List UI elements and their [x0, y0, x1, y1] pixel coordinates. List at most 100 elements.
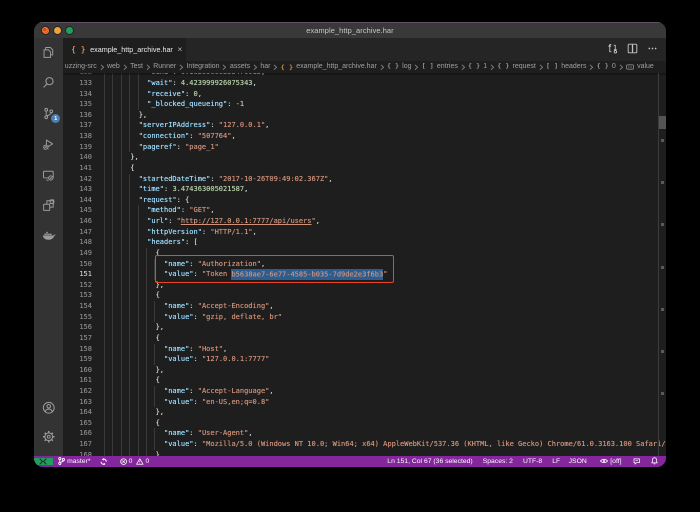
breadcrumb-item-log[interactable]: { }log [387, 63, 411, 70]
symbol-object-icon: { } [597, 63, 609, 70]
chevron-right-icon [539, 64, 544, 71]
line-number[interactable]: 160 [63, 365, 92, 376]
line-number[interactable]: 167 [63, 439, 92, 450]
activity-item-extensions[interactable] [34, 199, 63, 212]
line-number[interactable]: 155 [63, 312, 92, 323]
line-number[interactable]: 146 [63, 216, 92, 227]
breadcrumb-item-entries[interactable]: [ ]entries [422, 63, 458, 70]
cursor-position[interactable]: Ln 151, Col 67 (36 selected) [387, 458, 472, 465]
line-number[interactable]: 145 [63, 205, 92, 216]
code-line-144: 144 "request": { [63, 195, 666, 206]
overview-ruler-mark [661, 181, 664, 184]
line-number[interactable]: 140 [63, 152, 92, 163]
breadcrumb-item-0[interactable]: { }0 [597, 63, 616, 70]
code-text: "value": "Mozilla/5.0 (Windows NT 10.0; … [105, 439, 666, 450]
line-number[interactable]: 137 [63, 120, 92, 131]
line-number[interactable]: 165 [63, 418, 92, 429]
activity-item-account[interactable] [34, 401, 63, 415]
line-number[interactable]: 159 [63, 354, 92, 365]
line-number[interactable]: 142 [63, 174, 92, 185]
language-mode[interactable]: JSON [569, 458, 587, 465]
compare-changes-icon [607, 41, 618, 59]
close-button[interactable] [42, 27, 49, 34]
breadcrumb-item-assets[interactable]: assets [230, 63, 250, 70]
eol-status[interactable]: LF [552, 458, 560, 465]
code-text: "name": "User-Agent", [105, 428, 253, 439]
activity-item-source-control[interactable]: 1 [34, 107, 63, 120]
line-number[interactable]: 164 [63, 407, 92, 418]
line-number[interactable]: 138 [63, 131, 92, 142]
symbol-string-icon [626, 64, 634, 70]
line-number[interactable]: 166 [63, 428, 92, 439]
editor[interactable]: 132 "send": 0.10200000353470013,133 "wai… [63, 73, 666, 456]
activity-item-run-debug[interactable] [34, 138, 63, 151]
branch-status[interactable]: master* [58, 457, 90, 465]
line-number[interactable]: 156 [63, 322, 92, 333]
bell-icon [651, 457, 658, 465]
notifications-button[interactable] [651, 457, 658, 465]
breadcrumb-item-test[interactable]: Test [130, 63, 143, 70]
line-number[interactable]: 151 [63, 269, 92, 280]
activity-item-explorer[interactable] [34, 46, 63, 59]
code-text: "pageref": "page_1" [105, 142, 219, 153]
problems-status[interactable]: 0 0 [120, 458, 149, 465]
breadcrumb-item-request[interactable]: { }request [497, 63, 535, 70]
line-number[interactable]: 148 [63, 237, 92, 248]
branch-label: master* [67, 458, 90, 465]
indentation-status[interactable]: Spaces: 2 [483, 458, 513, 465]
line-number[interactable]: 147 [63, 227, 92, 238]
line-number[interactable]: 139 [63, 142, 92, 153]
line-number[interactable]: 161 [63, 375, 92, 386]
remote-indicator[interactable] [34, 458, 53, 465]
line-number[interactable]: 163 [63, 397, 92, 408]
window-title: example_http_archive.har [306, 26, 393, 35]
breadcrumb-item-headers[interactable]: [ ]headers [546, 63, 586, 70]
breadcrumb-item-runner[interactable]: Runner [153, 63, 176, 70]
breadcrumb-item-web[interactable]: web [107, 63, 120, 70]
line-number[interactable]: 162 [63, 386, 92, 397]
activity-item-docker[interactable] [34, 230, 63, 241]
activity-item-search[interactable] [34, 76, 63, 89]
line-number[interactable]: 153 [63, 290, 92, 301]
line-number[interactable]: 134 [63, 89, 92, 100]
code-line-143: 143 "time": 3.474363005021587, [63, 184, 666, 195]
activity-item-remote-explorer[interactable] [34, 169, 63, 182]
breadcrumb-item-value[interactable]: value [626, 63, 654, 70]
more-actions-button[interactable] [647, 41, 658, 59]
zoom-button[interactable] [66, 27, 73, 34]
line-number[interactable]: 149 [63, 248, 92, 259]
breadcrumb-item-har[interactable]: har [260, 63, 270, 70]
chevron-right-icon [146, 64, 151, 71]
line-number[interactable]: 154 [63, 301, 92, 312]
breadcrumb-item-1[interactable]: { }1 [468, 63, 487, 70]
scrollbar-thumb[interactable] [659, 116, 666, 129]
line-number[interactable]: 141 [63, 163, 92, 174]
line-number[interactable]: 158 [63, 344, 92, 355]
breadcrumb-label: request [513, 63, 536, 70]
feedback-button[interactable] [633, 458, 641, 466]
preview-toggle[interactable]: [off] [600, 458, 622, 465]
line-number[interactable]: 144 [63, 195, 92, 206]
line-number[interactable]: 157 [63, 333, 92, 344]
titlebar[interactable]: example_http_archive.har [34, 22, 666, 38]
split-editor-button[interactable] [627, 41, 638, 59]
open-changes-button[interactable] [607, 41, 618, 59]
editor-actions [607, 38, 658, 61]
line-number[interactable]: 143 [63, 184, 92, 195]
line-number[interactable]: 135 [63, 99, 92, 110]
breadcrumb-item-uzzing-src[interactable]: uzzing-src [65, 63, 97, 70]
sync-status[interactable] [100, 458, 107, 465]
breadcrumb-item-integration[interactable]: Integration [186, 63, 219, 70]
line-number[interactable]: 152 [63, 280, 92, 291]
encoding-status[interactable]: UTF-8 [523, 458, 542, 465]
line-number[interactable]: 136 [63, 110, 92, 121]
chevron-right-icon [461, 64, 466, 71]
preview-state: [off] [610, 458, 621, 465]
close-tab-icon[interactable]: × [177, 45, 182, 55]
minimize-button[interactable] [54, 27, 61, 34]
activity-item-settings[interactable] [34, 430, 63, 444]
tab-example-http-archive[interactable]: { } example_http_archive.har × [63, 38, 187, 61]
line-number[interactable]: 150 [63, 259, 92, 270]
breadcrumb-item-example-http-archive-har[interactable]: { }example_http_archive.har [281, 63, 377, 71]
line-number[interactable]: 133 [63, 78, 92, 89]
